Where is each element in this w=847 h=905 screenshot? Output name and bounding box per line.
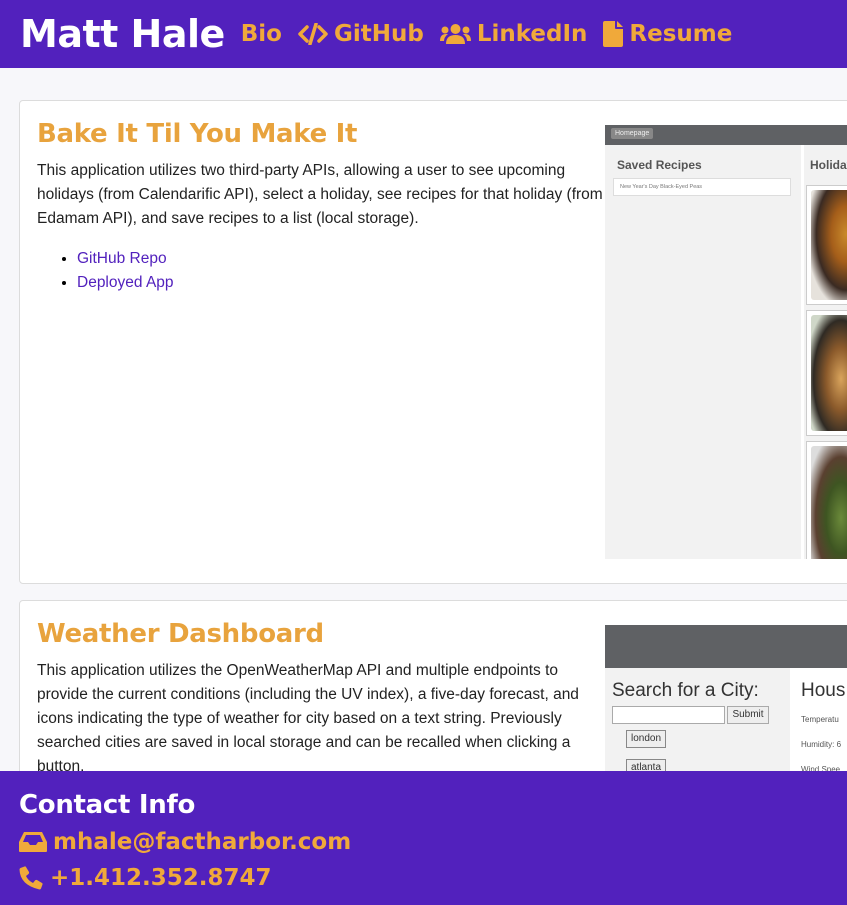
- recipe-image: [806, 185, 847, 305]
- list-item: Deployed App: [77, 271, 603, 295]
- project-links: GitHub Repo Deployed App: [37, 247, 603, 295]
- email-text: mhale@factharbor.com: [53, 829, 352, 855]
- recipe-image: [806, 310, 847, 436]
- users-icon: [439, 24, 471, 44]
- holidays-panel: Holiday: [804, 145, 847, 559]
- navbar: Matt Hale Bio GitHub LinkedIn Resume: [0, 0, 847, 68]
- city-name: Hous: [801, 680, 846, 701]
- recipe-image: [806, 441, 847, 559]
- weather-stat: Humidity: 6: [801, 740, 842, 749]
- phone-icon: [19, 866, 43, 890]
- search-input: [612, 706, 725, 724]
- nav-link-github[interactable]: GitHub: [298, 21, 424, 47]
- project-card-bake: Bake It Til You Make It This application…: [19, 100, 847, 584]
- screenshot-home-button: Homepage: [611, 128, 654, 139]
- project-description: This application utilizes two third-part…: [37, 162, 603, 227]
- saved-recipes-panel: Saved Recipes New Year's Day Black-Eyed …: [605, 145, 801, 559]
- search-title: Search for a City:: [612, 680, 759, 701]
- brand-name[interactable]: Matt Hale: [20, 12, 225, 56]
- screenshot-header-bar: [605, 625, 847, 668]
- screenshot-header-bar: Homepage: [605, 125, 847, 145]
- code-icon: [298, 23, 328, 45]
- saved-recipes-title: Saved Recipes: [617, 158, 702, 172]
- nav-link-label: LinkedIn: [476, 21, 588, 47]
- holidays-title: Holiday: [810, 158, 847, 172]
- project-description: This application utilizes the OpenWeathe…: [37, 662, 579, 775]
- city-button: london: [626, 730, 666, 748]
- nav-link-label: GitHub: [333, 21, 424, 47]
- project-title: Weather Dashboard: [37, 619, 324, 649]
- deployed-app-link[interactable]: Deployed App: [77, 274, 174, 291]
- nav-link-linkedin[interactable]: LinkedIn: [439, 21, 588, 47]
- project-text: Bake It Til You Make It This application…: [37, 119, 603, 295]
- email-link[interactable]: mhale@factharbor.com: [19, 829, 351, 855]
- nav-link-label: Bio: [240, 21, 282, 47]
- phone-link[interactable]: +1.412.352.8747: [19, 865, 272, 891]
- footer-title: Contact Info: [19, 790, 196, 820]
- project-screenshot: Homepage Saved Recipes New Year's Day Bl…: [605, 125, 847, 559]
- list-item: GitHub Repo: [77, 247, 603, 271]
- project-title: Bake It Til You Make It: [37, 119, 358, 149]
- saved-recipe-item: New Year's Day Black-Eyed Peas: [613, 178, 791, 196]
- file-icon: [603, 21, 624, 47]
- nav-link-bio[interactable]: Bio: [241, 21, 282, 47]
- weather-stat: Temperatu: [801, 715, 839, 724]
- nav-link-label: Resume: [629, 21, 733, 47]
- phone-text: +1.412.352.8747: [50, 865, 272, 891]
- github-repo-link[interactable]: GitHub Repo: [77, 250, 167, 267]
- footer: Contact Info mhale@factharbor.com +1.412…: [0, 771, 847, 905]
- nav-link-resume[interactable]: Resume: [603, 21, 732, 47]
- inbox-icon: [19, 832, 47, 852]
- submit-button: Submit: [727, 706, 769, 724]
- project-text: Weather Dashboard This application utili…: [37, 619, 603, 779]
